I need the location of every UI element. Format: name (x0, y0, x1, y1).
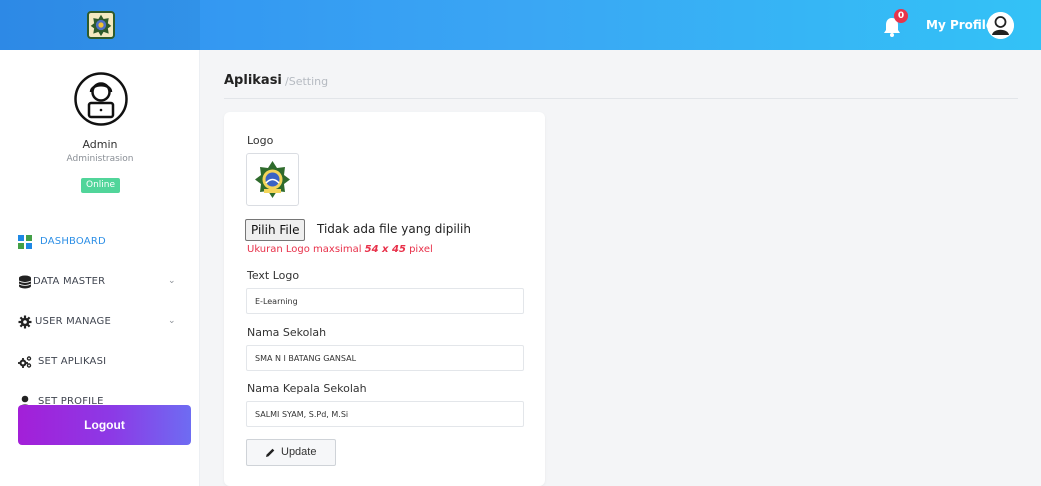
logout-button[interactable]: Logout (18, 405, 191, 445)
database-icon (18, 275, 32, 289)
user-avatar-icon (74, 72, 128, 126)
notification-count-badge: 0 (894, 9, 908, 23)
sidebar-item-dashboard[interactable]: DASHBOARD (0, 232, 200, 254)
sidebar-item-label: SET APLIKASI (38, 356, 107, 367)
online-status-badge: Online (81, 178, 121, 193)
logo-size-hint: Ukuran Logo maxsimal 54 x 45 pixel (247, 244, 433, 255)
sidebar-item-label: DATA MASTER (33, 276, 106, 287)
choose-file-button[interactable]: Pilih File (245, 219, 306, 241)
logo-label: Logo (247, 134, 274, 147)
school-name-input[interactable] (246, 345, 524, 371)
sidebar-item-data-master[interactable]: DATA MASTER ⌄ (0, 272, 200, 294)
school-logo-icon (255, 161, 290, 198)
school-logo-icon[interactable] (87, 11, 115, 39)
principal-name-label: Nama Kepala Sekolah (247, 382, 367, 395)
text-logo-label: Text Logo (247, 269, 300, 282)
gear-icon (18, 315, 32, 329)
logo-preview (246, 153, 299, 206)
file-status-text: Tidak ada file yang dipilih (317, 222, 471, 236)
user-name: Admin (82, 138, 118, 151)
hint-text: Ukuran Logo maxsimal (247, 244, 365, 255)
sidebar-item-label: USER MANAGE (35, 316, 111, 327)
profile-avatar-icon[interactable] (987, 12, 1014, 39)
user-role: Administrasion (66, 154, 134, 164)
gears-icon (18, 356, 32, 368)
update-label: Update (281, 446, 317, 458)
page-title: Aplikasi (224, 73, 282, 88)
principal-name-input[interactable] (246, 401, 524, 427)
sidebar-item-set-aplikasi[interactable]: SET APLIKASI (0, 352, 200, 374)
top-navbar: 0 My Profile (0, 0, 1041, 50)
text-logo-input[interactable] (246, 288, 524, 314)
hint-unit: pixel (405, 244, 433, 255)
update-button[interactable]: Update (246, 439, 336, 466)
sidebar-item-label: DASHBOARD (40, 236, 106, 247)
sidebar-item-user-manage[interactable]: USER MANAGE ⌄ (0, 312, 200, 334)
title-divider (224, 98, 1018, 99)
brand-area (0, 0, 200, 50)
chevron-down-icon: ⌄ (168, 316, 176, 326)
my-profile-link[interactable]: My Profile (926, 18, 994, 32)
pencil-icon (266, 448, 275, 457)
hint-size: 54 x 45 (364, 244, 406, 255)
dashboard-icon (18, 235, 32, 249)
chevron-down-icon: ⌄ (168, 276, 176, 286)
breadcrumb: /Setting (285, 75, 329, 88)
school-name-label: Nama Sekolah (247, 326, 327, 339)
